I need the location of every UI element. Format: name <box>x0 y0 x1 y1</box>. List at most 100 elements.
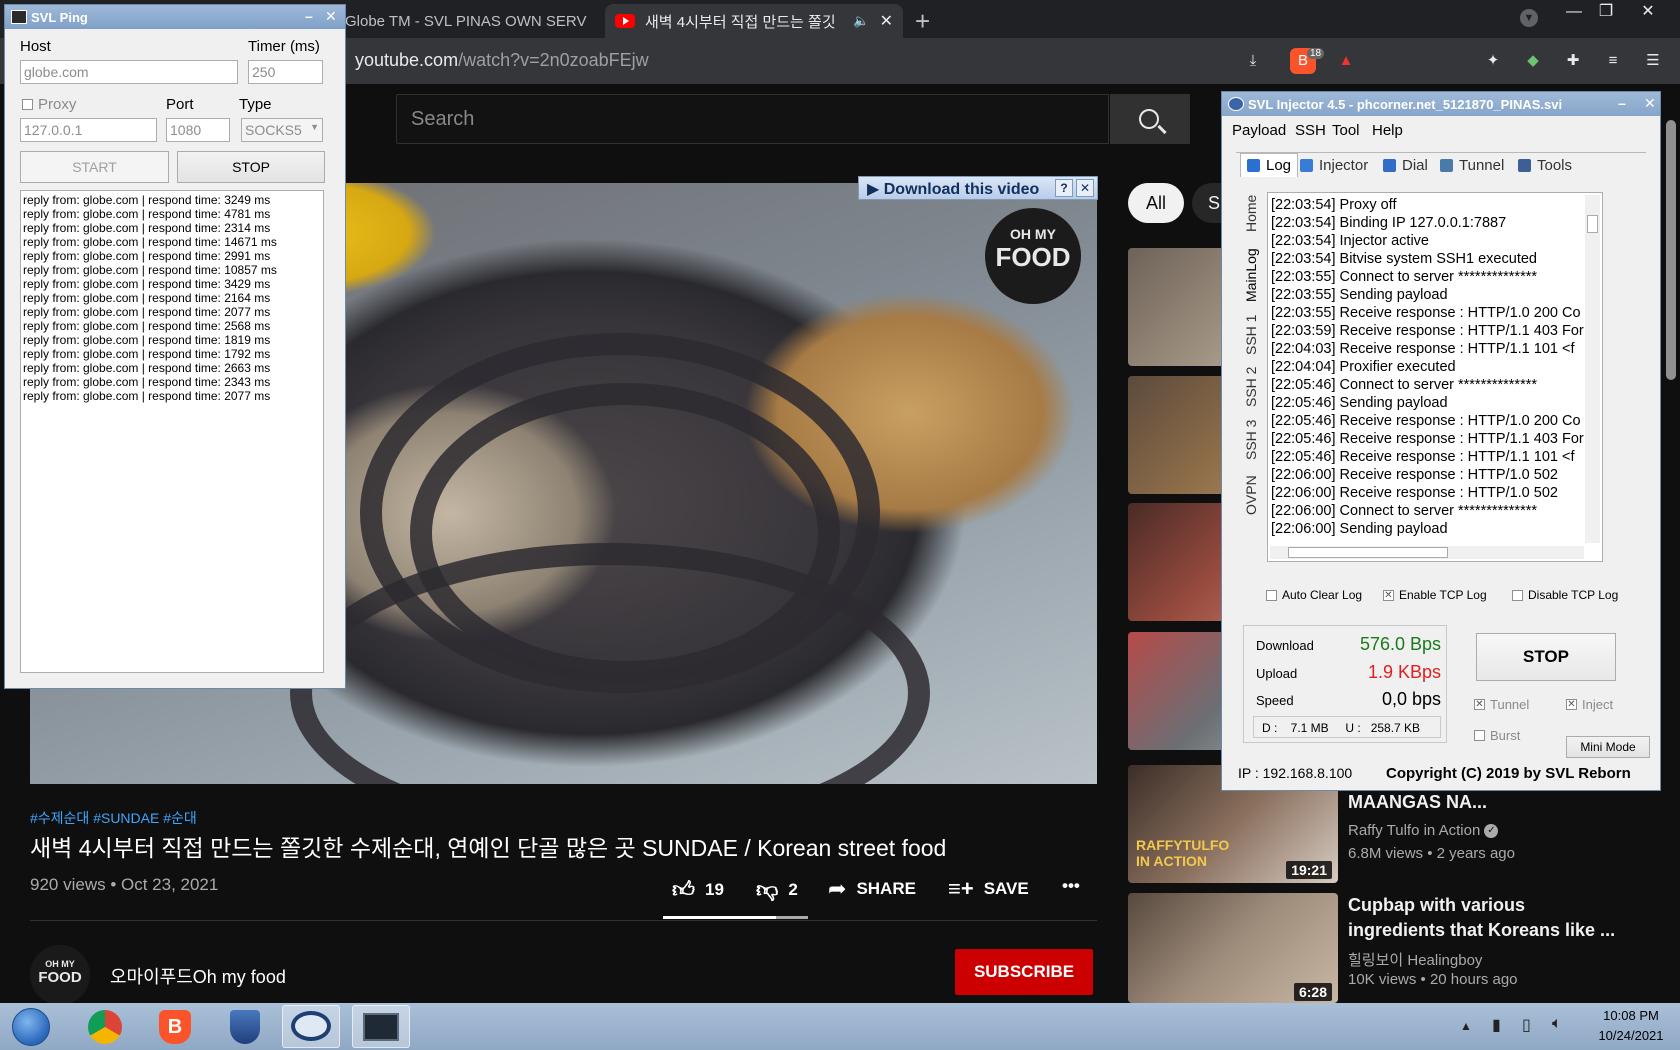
start-button[interactable] <box>6 1005 56 1048</box>
install-app-icon[interactable]: ⤓ <box>1240 48 1266 74</box>
scroll-thumb[interactable] <box>1288 547 1448 558</box>
log-horizontal-scrollbar[interactable] <box>1270 546 1584 559</box>
start-button[interactable]: START <box>20 151 169 183</box>
chip-all[interactable]: All <box>1128 183 1184 223</box>
burst-checkbox[interactable]: Burst <box>1474 728 1520 743</box>
tunnel-checkbox[interactable]: ✕ Tunnel <box>1474 697 1529 712</box>
subscribe-button[interactable]: SUBSCRIBE <box>955 949 1093 995</box>
taskbar-clock[interactable]: 10:08 PM 10/24/2021 <box>1588 1006 1674 1046</box>
side-tab-ovpn[interactable]: OVPN <box>1243 475 1259 515</box>
port-field[interactable]: 1080 <box>166 118 230 142</box>
help-icon[interactable]: ? <box>1055 179 1073 197</box>
restore-icon[interactable]: ❐ <box>1590 0 1622 26</box>
side-tab-home[interactable]: Home <box>1243 195 1259 232</box>
download-video-bar[interactable]: ▶ Download this video ? ✕ <box>858 176 1098 200</box>
side-tab-ssh1[interactable]: SSH 1 <box>1243 315 1259 355</box>
menu-tool[interactable]: Tool <box>1332 122 1360 139</box>
inject-checkbox[interactable]: ✕ Inject <box>1566 697 1613 712</box>
tab-tunnel[interactable]: Tunnel <box>1440 157 1504 174</box>
video-hashtags[interactable]: #수제순대 #SUNDAE #순대 <box>30 808 197 828</box>
brave-rewards-icon[interactable]: ▲ <box>1333 48 1359 74</box>
save-label: SAVE <box>983 879 1029 898</box>
colorful-extension-icon[interactable]: ◆ <box>1520 48 1546 74</box>
side-tab-ssh2[interactable]: SSH 2 <box>1243 367 1259 407</box>
injector-log[interactable]: [22:03:54] Proxy off [22:03:54] Binding I… <box>1267 192 1603 562</box>
puzzle-icon[interactable]: ✚ <box>1560 48 1586 74</box>
taskbar-brave[interactable]: B <box>146 1005 204 1048</box>
download-video-label[interactable]: ▶ Download this video <box>867 179 1039 199</box>
related-video-channel[interactable]: Raffy Tulfo in Action ✓ <box>1348 822 1499 839</box>
page-scrollbar[interactable] <box>1666 120 1676 380</box>
network-icon[interactable]: ▮ <box>1492 1015 1501 1035</box>
minimize-icon[interactable]: – <box>305 8 313 24</box>
scroll-thumb[interactable] <box>1587 215 1598 233</box>
tab-tools[interactable]: Tools <box>1518 157 1572 174</box>
proxy-checkbox[interactable]: Proxy <box>22 96 76 113</box>
related-thumbnail[interactable]: 6:28 <box>1128 893 1338 1003</box>
taskbar-chrome[interactable] <box>76 1005 134 1048</box>
extension-icon[interactable]: ✦ <box>1480 48 1506 74</box>
close-window-icon[interactable]: ✕ <box>1632 0 1664 26</box>
like-button[interactable]: 👍︎ 19 <box>672 876 724 903</box>
ping-titlebar[interactable]: SVL Ping – ✕ <box>5 5 345 29</box>
injector-stop-button[interactable]: STOP <box>1476 633 1616 681</box>
close-icon[interactable]: ✕ <box>325 8 337 25</box>
tab-search-icon[interactable]: ▼ <box>1520 9 1538 27</box>
taskbar-shield-app[interactable] <box>216 1005 274 1048</box>
dislike-button[interactable]: 👎︎ 2 <box>756 876 798 903</box>
injector-titlebar[interactable]: SVL Injector 4.5 - phcorner.net_5121870_… <box>1222 92 1660 116</box>
more-actions-button[interactable]: ••• <box>1062 876 1080 896</box>
log-vertical-scrollbar[interactable] <box>1585 195 1600 543</box>
disable-tcp-log-checkbox[interactable]: Disable TCP Log <box>1512 588 1618 602</box>
close-tab-icon[interactable]: ✕ <box>880 11 893 31</box>
browser-tab-youtube[interactable]: 새벽 4시부터 직접 만드는 쫄깃 🔈 ✕ <box>605 4 903 38</box>
side-tab-ssh3[interactable]: SSH 3 <box>1243 420 1259 460</box>
search-input[interactable]: Search <box>396 94 1109 144</box>
menu-ssh[interactable]: SSH <box>1295 122 1326 139</box>
minimize-icon[interactable]: — <box>1558 0 1590 26</box>
ping-log[interactable]: reply from: globe.com | respond time: 32… <box>20 190 324 673</box>
proxy-field[interactable]: 127.0.0.1 <box>20 118 157 142</box>
menu-icon[interactable]: ☰ <box>1640 48 1666 74</box>
upload-label: Upload <box>1256 666 1298 681</box>
enable-tcp-log-checkbox[interactable]: ✕ Enable TCP Log <box>1383 588 1487 602</box>
minimize-icon[interactable]: – <box>1618 95 1626 111</box>
tab-log[interactable]: Log <box>1240 153 1299 177</box>
menu-help[interactable]: Help <box>1372 122 1403 139</box>
browser-tab-globe[interactable]: Globe TM - SVL PINAS OWN SERVER C <box>335 4 597 38</box>
type-select[interactable]: SOCKS5 ▼ <box>241 118 323 142</box>
related-video-title[interactable]: Cupbap with various ingredients that Kor… <box>1348 893 1618 943</box>
save-button[interactable]: ≡+ SAVE <box>948 876 1029 902</box>
tab-dial[interactable]: Dial <box>1383 157 1428 174</box>
menu-payload[interactable]: Payload <box>1232 122 1286 139</box>
related-video-channel[interactable]: 힐링보이 Healingboy <box>1348 949 1482 970</box>
url-field[interactable]: youtube.com/watch?v=2n0zoabFEjw <box>355 50 649 71</box>
search-button[interactable] <box>1110 94 1190 144</box>
timer-field[interactable]: 250 <box>248 60 323 84</box>
volume-icon[interactable]: 🔈︎ <box>1552 1015 1562 1033</box>
youtube-favicon-icon <box>615 14 635 28</box>
tab-label: Tools <box>1537 157 1573 174</box>
like-ratio-fill <box>663 916 777 919</box>
stop-button[interactable]: STOP <box>177 151 325 183</box>
channel-name[interactable]: 오마이푸드Oh my food <box>110 963 286 989</box>
terminal-icon <box>363 1013 399 1041</box>
mini-mode-button[interactable]: Mini Mode <box>1566 736 1650 758</box>
injector-log-line: [22:06:00] Receive response : HTTP/1.0 5… <box>1271 485 1558 501</box>
channel-avatar[interactable]: OH MY FOOD <box>30 945 90 1005</box>
side-tab-mainlog[interactable]: MainLog <box>1243 248 1259 302</box>
share-button[interactable]: ➦ SHARE <box>828 876 916 902</box>
reading-list-icon[interactable]: ≡ <box>1600 48 1626 74</box>
host-field[interactable]: globe.com <box>20 60 238 84</box>
tab-injector[interactable]: Injector <box>1300 157 1368 174</box>
related-video-title[interactable]: MAANGAS NA... <box>1348 790 1618 815</box>
close-icon[interactable]: ✕ <box>1644 95 1656 112</box>
auto-clear-log-checkbox[interactable]: Auto Clear Log <box>1266 588 1362 602</box>
taskbar-svl-ping[interactable] <box>352 1005 410 1048</box>
speaker-icon[interactable]: 🔈 <box>853 13 869 29</box>
close-icon[interactable]: ✕ <box>1076 179 1094 197</box>
taskbar-svl-injector[interactable] <box>282 1005 340 1048</box>
battery-icon[interactable]: ▯ <box>1522 1015 1531 1035</box>
new-tab-button[interactable]: + <box>915 6 930 37</box>
tray-expand-icon[interactable]: ▲ <box>1460 1019 1472 1033</box>
